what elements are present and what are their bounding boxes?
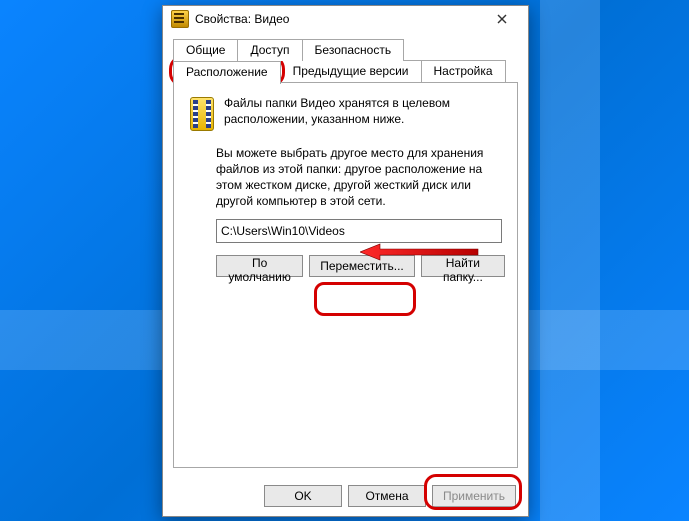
- restore-default-button[interactable]: По умолчанию: [216, 255, 303, 277]
- tabs: Общие Доступ Безопасность Расположение П…: [173, 38, 518, 82]
- ok-button[interactable]: OK: [264, 485, 342, 507]
- tab-previous-versions[interactable]: Предыдущие версии: [280, 60, 422, 83]
- annotation-ring-move: [314, 282, 416, 316]
- tab-general[interactable]: Общие: [173, 39, 238, 61]
- cancel-button[interactable]: Отмена: [348, 485, 426, 507]
- tab-location[interactable]: Расположение: [173, 61, 281, 84]
- desktop-background: Свойства: Видео Общие Доступ Безопасност…: [0, 0, 689, 521]
- apply-button[interactable]: Применить: [432, 485, 516, 507]
- tab-customize[interactable]: Настройка: [421, 60, 506, 83]
- tab-panel-location: Файлы папки Видео хранятся в целевом рас…: [173, 82, 518, 468]
- location-info-text: Вы можете выбрать другое место для хране…: [216, 145, 501, 210]
- window-title: Свойства: Видео: [195, 12, 482, 26]
- folder-videos-icon: [171, 10, 189, 28]
- close-icon: [497, 14, 507, 24]
- videos-folder-icon: [190, 97, 214, 131]
- location-buttons: По умолчанию Переместить... Найти папку.…: [216, 255, 505, 277]
- move-button[interactable]: Переместить...: [309, 255, 415, 277]
- properties-dialog: Свойства: Видео Общие Доступ Безопасност…: [162, 5, 529, 517]
- tab-security[interactable]: Безопасность: [302, 39, 405, 61]
- location-description: Файлы папки Видео хранятся в целевом рас…: [224, 95, 505, 127]
- location-path-input[interactable]: [216, 219, 502, 243]
- tab-sharing[interactable]: Доступ: [237, 39, 302, 61]
- find-target-button[interactable]: Найти папку...: [421, 255, 505, 277]
- dialog-footer: OK Отмена Применить: [163, 476, 528, 516]
- close-button[interactable]: [482, 7, 522, 31]
- titlebar[interactable]: Свойства: Видео: [163, 6, 528, 32]
- dialog-body: Общие Доступ Безопасность Расположение П…: [163, 32, 528, 476]
